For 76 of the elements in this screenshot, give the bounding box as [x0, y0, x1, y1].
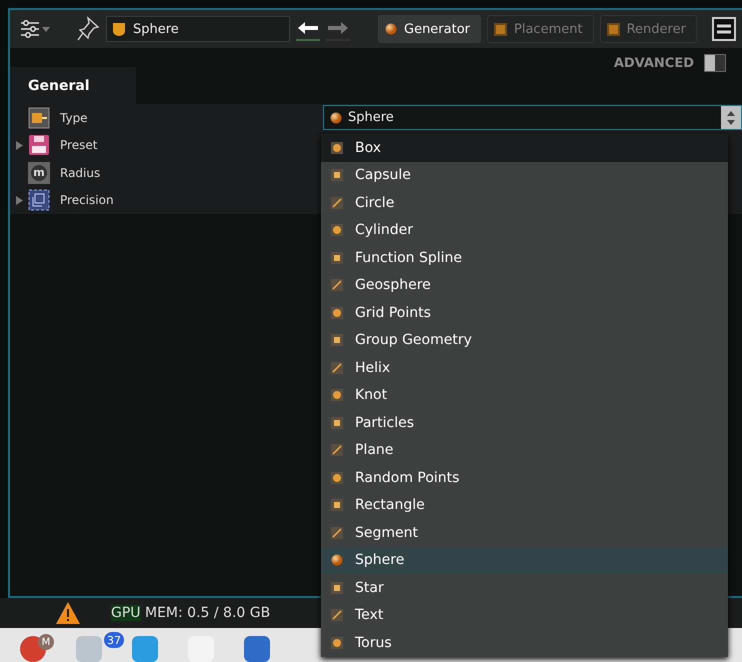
menu-item[interactable]: Segment — [321, 519, 728, 546]
property-label: Type — [60, 110, 89, 125]
dock-app[interactable] — [132, 636, 158, 662]
dock-app[interactable] — [244, 636, 270, 662]
sphere-icon — [330, 112, 342, 124]
right-arrow-icon — [328, 22, 348, 34]
shape-icon — [331, 472, 343, 484]
object-name-field[interactable]: Sphere — [106, 16, 290, 42]
spinner-arrows-icon — [726, 110, 736, 125]
shape-icon — [331, 334, 343, 346]
sphere-icon — [331, 554, 343, 566]
advanced-label: ADVANCED — [614, 56, 694, 70]
layout-icon[interactable] — [712, 17, 736, 41]
menu-item[interactable]: Text — [321, 602, 728, 629]
shape-icon — [331, 444, 343, 456]
tab[interactable]: Placement — [487, 15, 594, 43]
object-name: Sphere — [133, 22, 179, 36]
property-label: Preset — [60, 138, 98, 152]
avatar: M — [38, 634, 54, 650]
menu-item[interactable]: Circle — [321, 189, 728, 216]
menu-item[interactable]: Function Spline — [321, 244, 728, 272]
shape-icon — [331, 196, 343, 209]
menu-item[interactable]: Capsule — [321, 162, 728, 189]
menu-item[interactable]: Grid Points — [321, 299, 728, 326]
shape-icon — [331, 224, 343, 236]
tab[interactable]: Generator — [378, 15, 482, 43]
type-icon — [28, 106, 50, 129]
floppy-icon — [28, 134, 50, 156]
menu-item[interactable]: Rectangle — [321, 492, 728, 519]
sliders-icon — [20, 20, 40, 38]
shape-icon — [331, 416, 343, 429]
menu-item[interactable]: Star — [321, 574, 728, 602]
menu-item[interactable]: Box — [321, 134, 728, 162]
menu-item[interactable]: Cylinder — [321, 216, 728, 244]
menu-item[interactable]: Random Points — [321, 464, 728, 492]
object-icon — [113, 22, 125, 36]
placement-icon — [494, 22, 508, 36]
shape-icon — [331, 499, 343, 512]
shape-icon — [331, 252, 343, 264]
menu-item[interactable]: Sphere — [321, 546, 728, 574]
tab[interactable]: Renderer — [600, 15, 697, 43]
type-value: Sphere — [348, 110, 394, 126]
menu-item[interactable]: Helix — [321, 354, 728, 382]
gpu-memory-text: GPU MEM: 0.5 / 8.0 GB — [111, 605, 270, 621]
left-arrow-icon — [298, 22, 318, 34]
radius-icon: m — [28, 162, 50, 184]
advanced-toggle[interactable] — [704, 54, 726, 72]
caret-icon — [42, 26, 50, 32]
property-label: Precision — [60, 193, 115, 208]
shape-icon — [331, 169, 343, 182]
warning-icon[interactable] — [55, 601, 81, 625]
menu-item[interactable]: Group Geometry — [321, 326, 728, 354]
shape-icon — [331, 142, 343, 154]
shape-icon — [331, 636, 343, 649]
property-label: Radius — [60, 166, 102, 180]
expand-arrow-icon[interactable] — [16, 196, 22, 205]
menu-item[interactable]: Particles — [321, 409, 728, 436]
shape-icon — [331, 279, 343, 292]
shape-icon — [331, 582, 343, 594]
pin-icon[interactable] — [76, 16, 100, 42]
section-tab[interactable]: General — [10, 67, 136, 104]
shape-icon — [331, 362, 343, 374]
menu-item[interactable]: Plane — [321, 436, 728, 464]
menu-item[interactable]: Knot — [321, 382, 728, 409]
shape-icon — [331, 389, 343, 402]
shape-icon — [331, 526, 343, 539]
sphere-icon — [385, 23, 397, 35]
renderer-icon — [606, 22, 620, 36]
precision-icon — [28, 189, 50, 212]
expand-arrow-icon[interactable] — [16, 140, 22, 150]
type-select[interactable]: Sphere — [323, 105, 742, 130]
notification-badge: 37 — [104, 632, 124, 648]
menu-item[interactable]: Torus — [321, 629, 728, 656]
menu-item[interactable]: Geosphere — [321, 272, 728, 299]
shape-icon — [331, 306, 343, 319]
shape-icon — [331, 609, 343, 622]
